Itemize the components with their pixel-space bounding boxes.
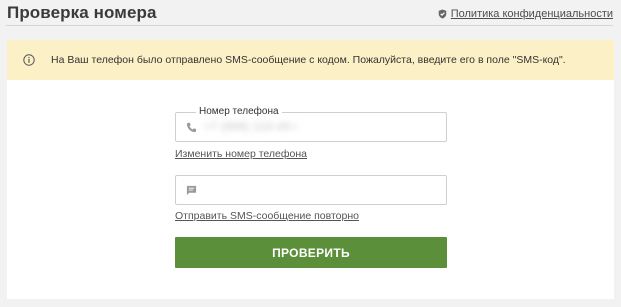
phone-icon	[186, 122, 197, 133]
sms-notice: На Ваш телефон было отправлено SMS-сообщ…	[7, 40, 614, 80]
sms-code-field[interactable]	[175, 175, 447, 205]
sms-code-value	[204, 184, 296, 196]
shield-check-icon	[438, 9, 446, 19]
privacy-policy[interactable]: Политика конфиденциальности	[438, 8, 613, 20]
message-icon	[186, 185, 197, 196]
privacy-policy-link[interactable]: Политика конфиденциальности	[451, 8, 613, 20]
change-phone-link[interactable]: Изменить номер телефона	[175, 148, 307, 160]
notice-text: На Ваш телефон было отправлено SMS-сообщ…	[51, 54, 566, 66]
resend-sms-link[interactable]: Отправить SMS-сообщение повторно	[175, 210, 359, 222]
page-title: Проверка номера	[7, 3, 157, 22]
phone-field-label: Номер телефона	[196, 106, 282, 117]
phone-field[interactable]: Номер телефона +7 (999) 123-45-67	[175, 106, 447, 142]
verification-card: На Ваш телефон было отправлено SMS-сообщ…	[7, 40, 614, 299]
header-divider	[6, 25, 613, 26]
phone-value: +7 (999) 123-45-67	[204, 121, 296, 133]
verify-button[interactable]: ПРОВЕРИТЬ	[175, 237, 447, 268]
info-icon	[23, 54, 35, 66]
page-header: Проверка номера Политика конфиденциально…	[0, 0, 621, 26]
